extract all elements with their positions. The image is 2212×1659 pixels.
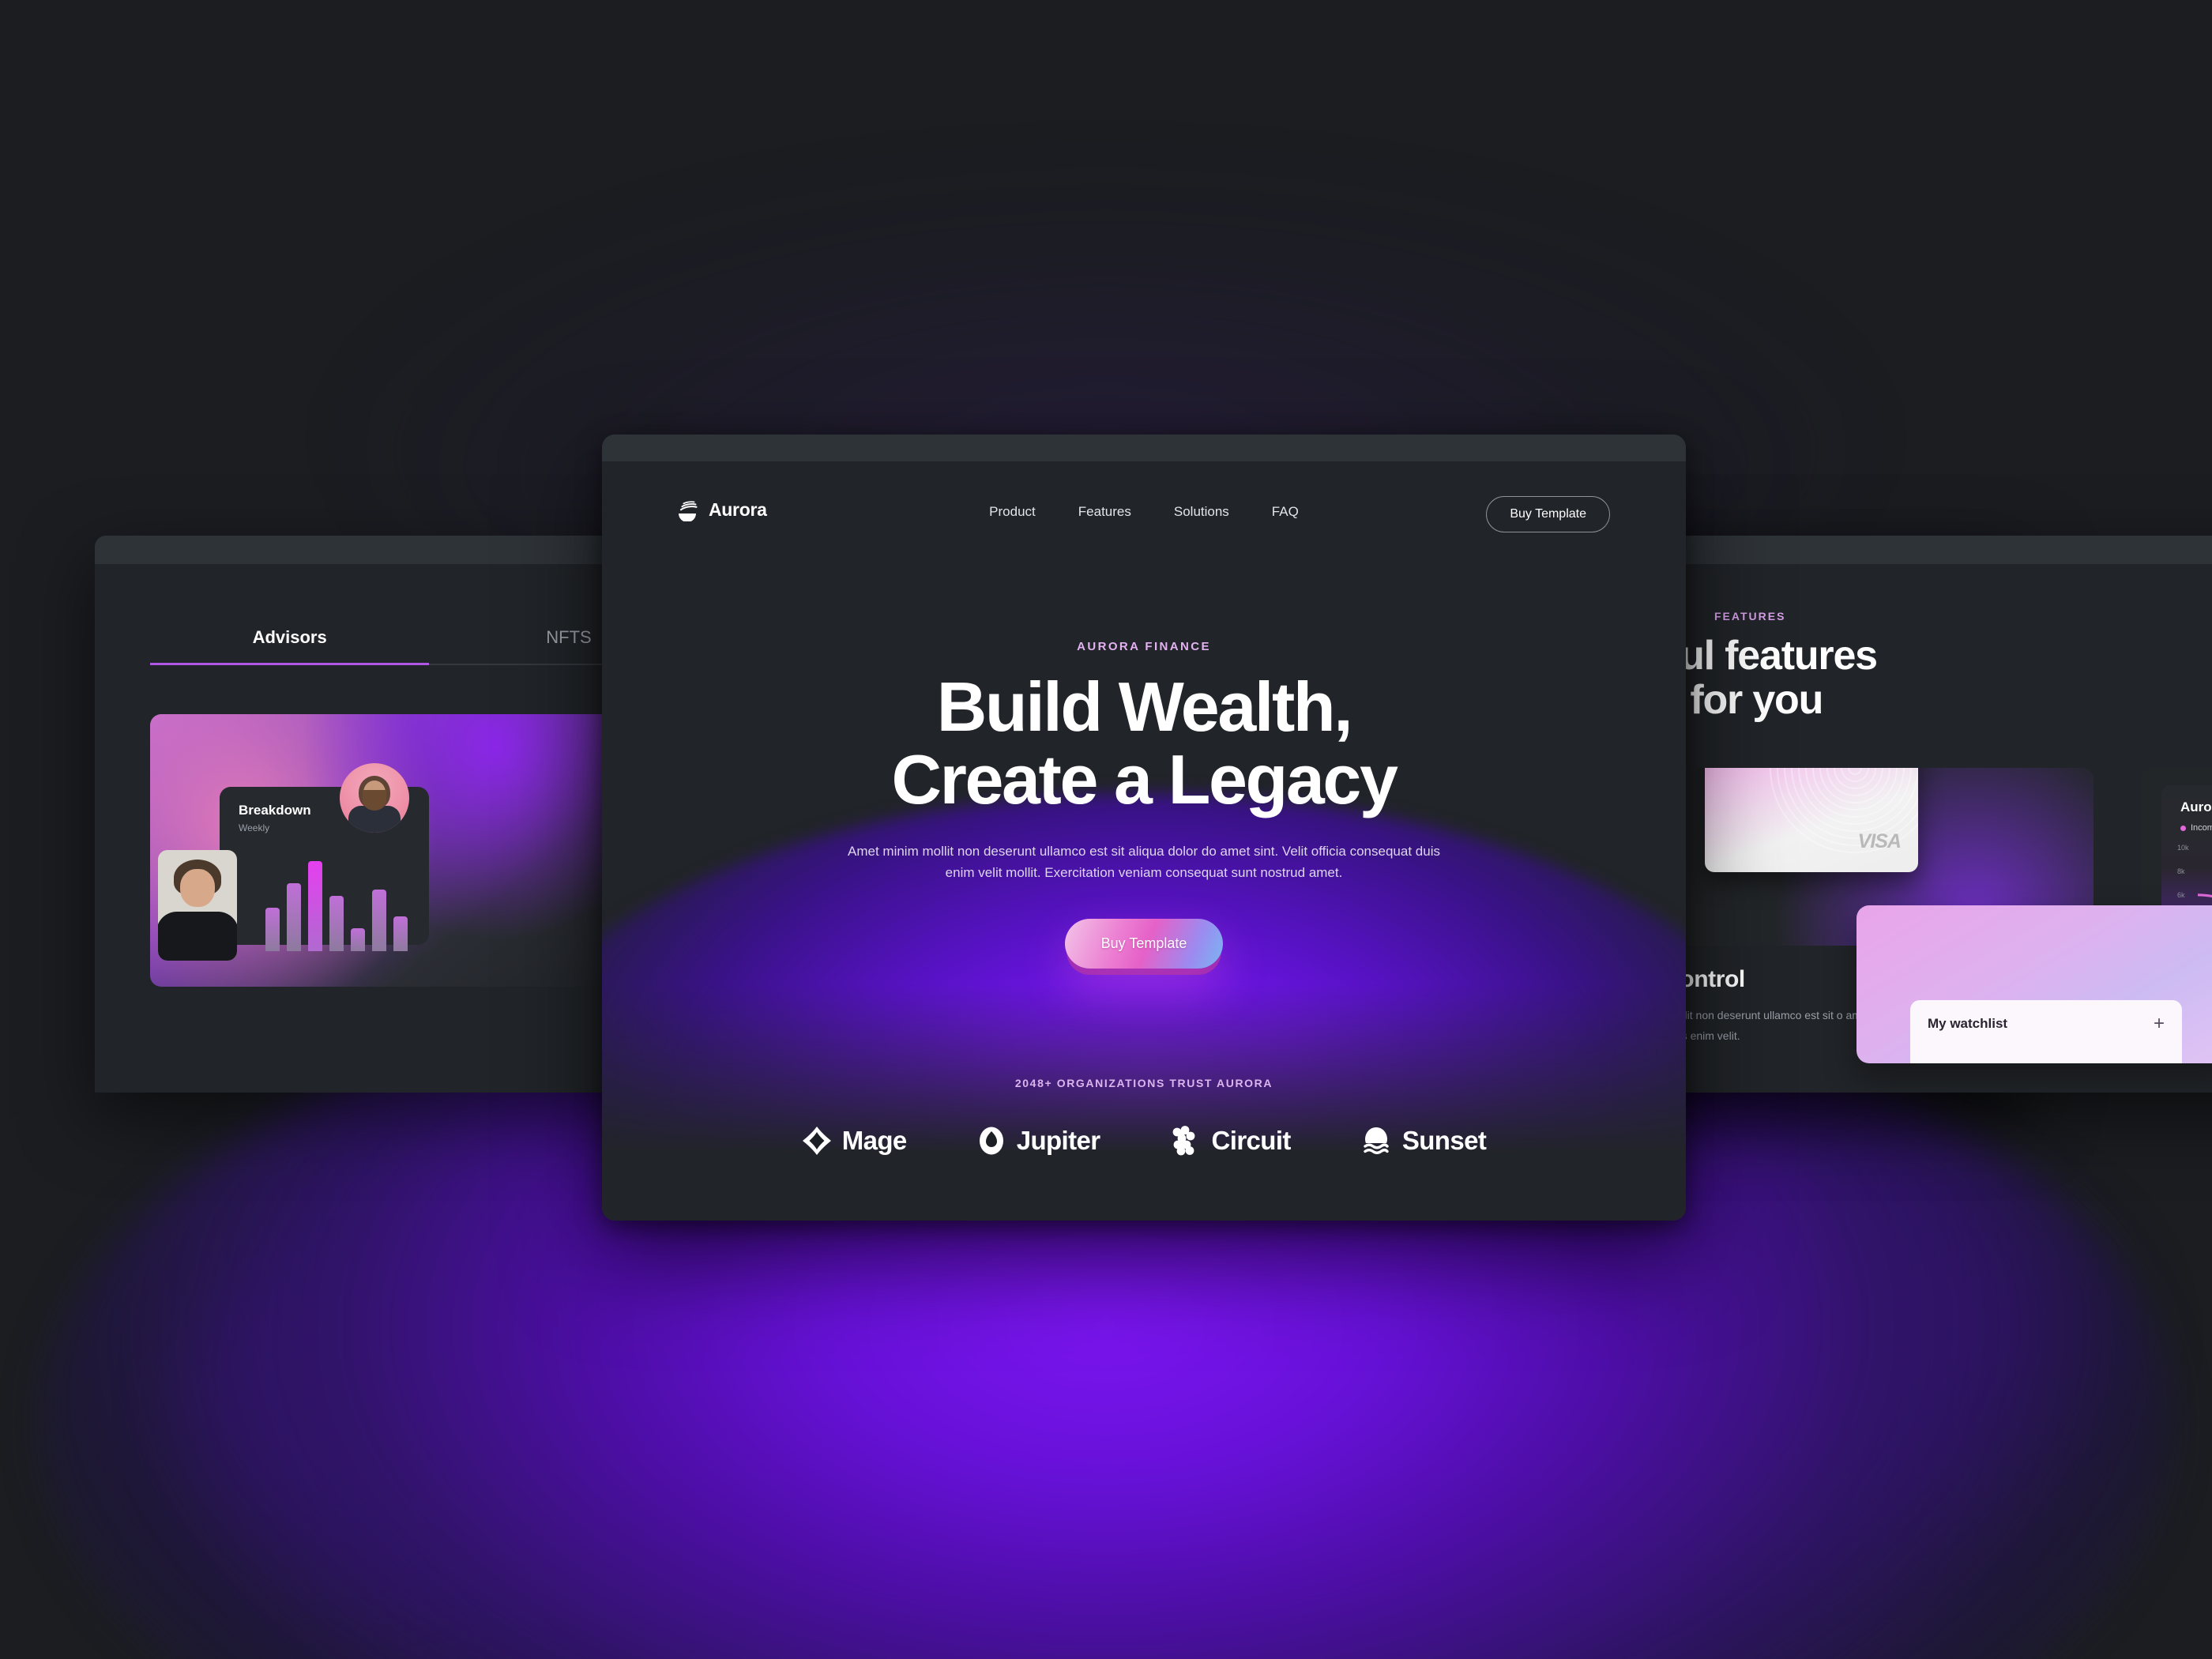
advisors-visual: Breakdown Weekly xyxy=(150,714,616,987)
browser-chrome-bar-hero xyxy=(602,434,1686,461)
breakdown-bar xyxy=(351,928,365,951)
hero-buy-template-button[interactable]: Buy Template xyxy=(1064,918,1224,969)
ambient-glow-left xyxy=(182,1169,1051,1659)
hero-content: AURORA FINANCE Build Wealth, Create a Le… xyxy=(602,461,1686,969)
features-heading-line2: t for you xyxy=(1667,677,1823,724)
breakdown-bar xyxy=(308,860,322,951)
logo-sunset-label: Sunset xyxy=(1401,1126,1487,1155)
sunset-waves-icon xyxy=(1360,1126,1392,1156)
watchlist-title: My watchlist xyxy=(1928,1016,2008,1031)
nav-link-faq[interactable]: FAQ xyxy=(1272,504,1299,520)
logo-mage: Mage xyxy=(802,1126,907,1156)
logo-circuit: Circuit xyxy=(1170,1126,1291,1156)
visa-card: VISA xyxy=(1705,768,1918,872)
features-eyebrow: FEATURES xyxy=(1714,610,1786,623)
hero-cta-wrap: Buy Template xyxy=(602,918,1686,969)
breakdown-bar xyxy=(393,916,408,951)
features-heading-line1: ful features xyxy=(1667,633,1878,679)
aurora-wave-icon xyxy=(676,498,700,521)
hero-window: Aurora Product Features Solutions FAQ Bu… xyxy=(602,434,1686,1221)
tab-advisors[interactable]: Advisors xyxy=(150,627,430,665)
logo-circuit-label: Circuit xyxy=(1211,1126,1292,1155)
breakdown-bar xyxy=(329,895,344,951)
plus-icon[interactable]: + xyxy=(2154,1013,2165,1035)
hero-headline-line2: Create a Legacy xyxy=(891,740,1398,819)
nav-buy-template-button[interactable]: Buy Template xyxy=(1486,496,1610,532)
hero-paragraph: Amet minim mollit non deserunt ullamco e… xyxy=(848,843,1440,881)
breakdown-bar xyxy=(287,883,301,951)
nav-link-features[interactable]: Features xyxy=(1078,504,1131,520)
breakdown-title: Breakdown xyxy=(239,803,311,818)
legend-income-dot-icon xyxy=(2180,825,2186,831)
circuit-nodes-icon xyxy=(1170,1126,1202,1156)
breakdown-subtitle: Weekly xyxy=(239,822,270,833)
nav-links: Product Features Solutions FAQ xyxy=(989,504,1299,520)
jupiter-drop-icon xyxy=(976,1126,1006,1156)
logo-mage-label: Mage xyxy=(841,1126,908,1155)
nav-link-product[interactable]: Product xyxy=(989,504,1036,520)
logo-sunset: Sunset xyxy=(1360,1126,1487,1156)
hero-eyebrow: AURORA FINANCE xyxy=(1077,640,1211,653)
hero-headline: Build Wealth, Create a Legacy xyxy=(602,668,1686,819)
watchlist-panel: My watchlist + xyxy=(1910,1000,2182,1063)
breakdown-bar xyxy=(372,890,386,951)
hero-navbar: Aurora Product Features Solutions FAQ Bu… xyxy=(602,496,1686,532)
nav-link-solutions[interactable]: Solutions xyxy=(1174,504,1229,520)
logo-jupiter-label: Jupiter xyxy=(1016,1126,1100,1155)
mage-diamond-icon xyxy=(802,1126,832,1156)
reports-legend: Income Expenses xyxy=(2180,823,2212,833)
trust-label: 2048+ ORGANIZATIONS TRUST AURORA xyxy=(1014,1077,1273,1089)
visa-logo-text: VISA xyxy=(1857,830,1902,852)
tab-nfts-label: NFTS xyxy=(546,627,592,647)
trust-logos: Mage Jupiter Circuit Sunset xyxy=(602,1126,1686,1156)
scene-backdrop: Solutions Advisors NFTS Insights Breakdo… xyxy=(0,0,2212,1659)
page-hero: Aurora Product Features Solutions FAQ Bu… xyxy=(602,461,1686,1221)
legend-income: Income xyxy=(2180,823,2212,833)
logo-jupiter: Jupiter xyxy=(976,1126,1100,1156)
breakdown-bar-chart xyxy=(265,848,408,951)
reports-title: Aurora reports xyxy=(2180,799,2212,814)
hero-headline-line1: Build Wealth, xyxy=(936,668,1353,746)
features-heading: ful features t for you xyxy=(1667,634,2212,722)
watchlist-widget: My watchlist + xyxy=(1856,905,2212,1063)
trust-section: 2048+ ORGANIZATIONS TRUST AURORA Mage Ju… xyxy=(602,1077,1686,1156)
tab-advisors-label: Advisors xyxy=(252,627,327,647)
breakdown-bar xyxy=(265,908,280,951)
brand-name: Aurora xyxy=(709,498,767,520)
advisor-avatar-square xyxy=(158,850,237,961)
brand-logo[interactable]: Aurora xyxy=(676,498,767,521)
advisor-avatar-circle xyxy=(340,763,409,833)
